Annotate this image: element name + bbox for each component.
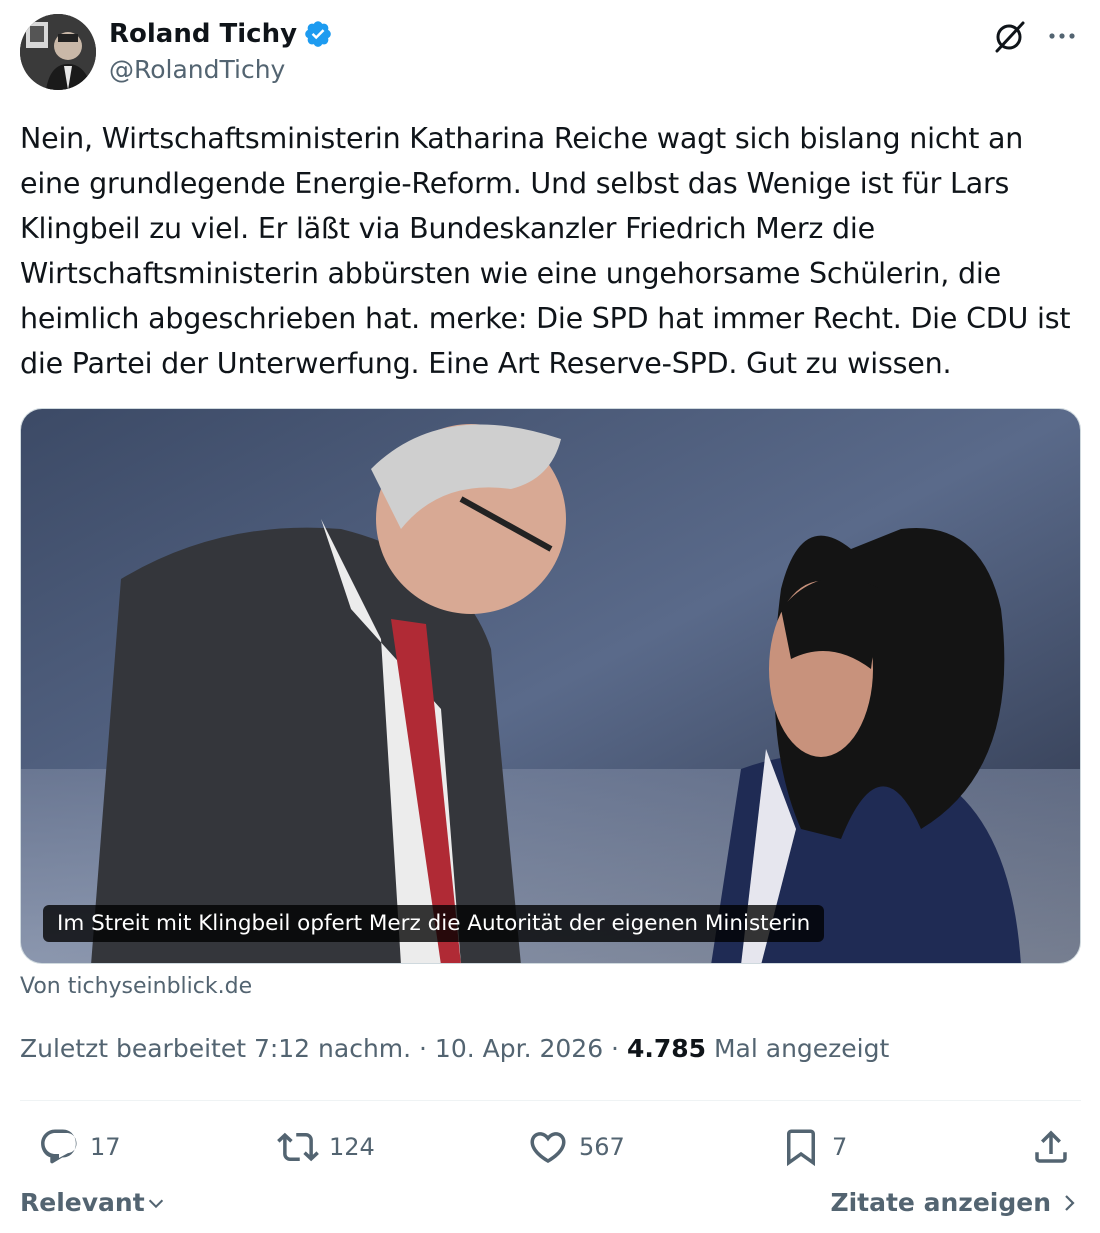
display-name-row: Roland Tichy — [109, 16, 333, 52]
chevron-down-icon — [148, 1199, 163, 1208]
divider — [20, 1100, 1081, 1101]
share-icon — [1035, 1130, 1067, 1163]
sort-dropdown[interactable]: Relevant — [20, 1188, 167, 1217]
like-count: 567 — [579, 1133, 625, 1161]
avatar[interactable] — [20, 14, 96, 90]
repost-count: 124 — [329, 1133, 375, 1161]
edited-timestamp[interactable]: Zuletzt bearbeitet 7:12 nachm. · 10. Apr… — [20, 1034, 627, 1063]
card-source[interactable]: Von tichyseinblick.de — [20, 974, 252, 999]
like-icon — [530, 1132, 566, 1164]
share-button[interactable] — [1030, 1122, 1072, 1172]
grok-icon[interactable] — [992, 18, 1028, 54]
sort-label: Relevant — [20, 1188, 145, 1217]
reply-count: 17 — [90, 1133, 121, 1161]
tweet-meta: Zuletzt bearbeitet 7:12 nachm. · 10. Apr… — [20, 1034, 889, 1063]
card-caption: Im Streit mit Klingbeil opfert Merz die … — [43, 905, 825, 942]
verified-badge-icon — [305, 21, 331, 47]
link-card-image[interactable]: Im Streit mit Klingbeil opfert Merz die … — [20, 408, 1081, 964]
more-icon[interactable] — [1044, 18, 1080, 54]
replies-footer: Relevant Zitate anzeigen — [20, 1188, 1081, 1224]
author-handle[interactable]: @RolandTichy — [109, 55, 333, 84]
like-button[interactable]: 567 — [527, 1122, 625, 1172]
show-quotes-link[interactable]: Zitate anzeigen — [830, 1188, 1081, 1217]
chevron-right-icon — [1065, 1194, 1075, 1211]
article-photo — [21, 409, 1080, 963]
display-name[interactable]: Roland Tichy — [109, 19, 297, 49]
view-count: 4.785 — [626, 1034, 707, 1063]
reply-button[interactable]: 17 — [38, 1122, 121, 1172]
bookmark-icon — [787, 1129, 815, 1167]
reply-icon — [41, 1129, 77, 1164]
repost-button[interactable]: 124 — [277, 1122, 375, 1172]
tweet-header: Roland Tichy @RolandTichy — [20, 14, 1080, 94]
tweet-text: Nein, Wirtschaftsministerin Katharina Re… — [20, 122, 1071, 380]
action-bar: 17 124 567 7 — [20, 1122, 1081, 1172]
bookmark-button[interactable]: 7 — [780, 1122, 847, 1172]
author-names: Roland Tichy @RolandTichy — [109, 16, 333, 84]
view-count-suffix: Mal angezeigt — [706, 1034, 890, 1063]
repost-icon — [277, 1132, 319, 1162]
quotes-label: Zitate anzeigen — [830, 1188, 1051, 1217]
bookmark-count: 7 — [832, 1133, 848, 1161]
